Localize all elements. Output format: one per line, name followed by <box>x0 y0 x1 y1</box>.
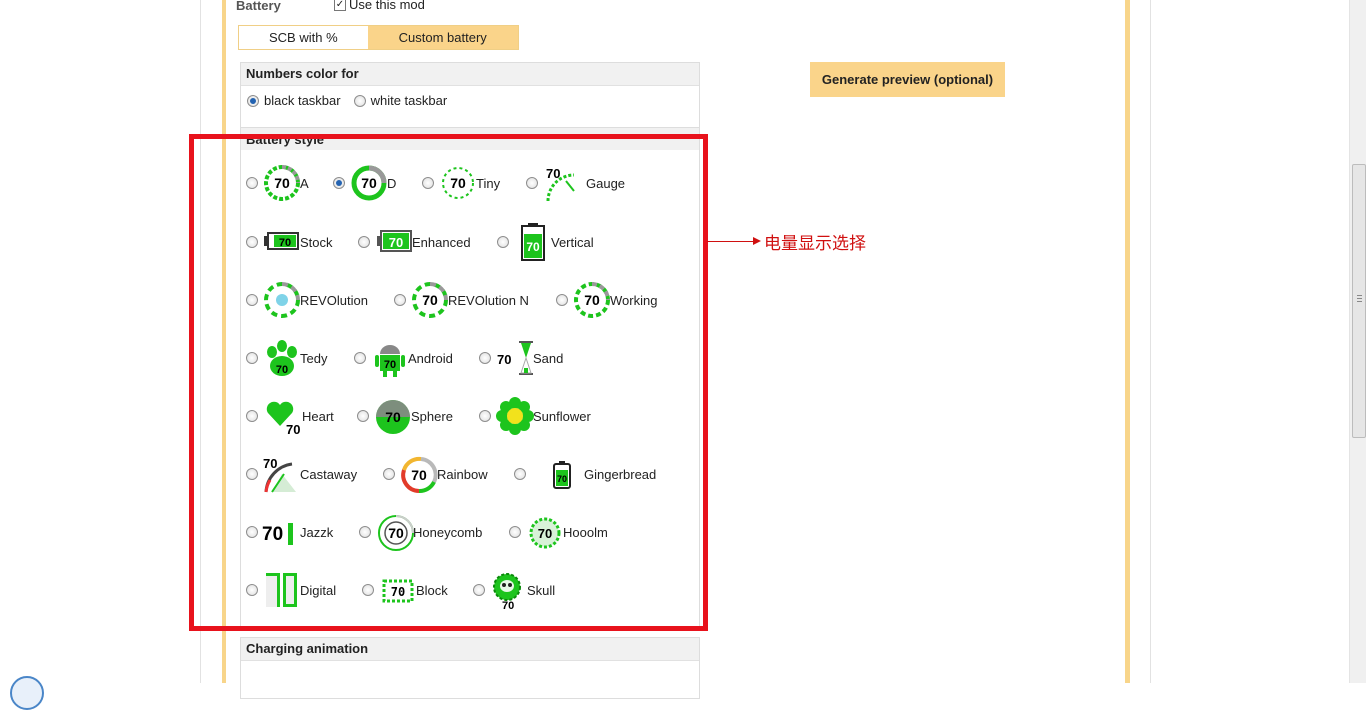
scroll-grip-icon <box>1357 301 1362 302</box>
radio-black-taskbar[interactable] <box>247 94 259 107</box>
numbers-color-options: black taskbar white taskbar <box>247 93 460 108</box>
annotation-arrow-line <box>707 241 755 242</box>
right-accent-bar <box>1125 0 1130 683</box>
tab-scb[interactable]: SCB with % <box>239 26 368 49</box>
vertical-scrollbar[interactable] <box>1349 0 1366 683</box>
battery-style-highlight-box <box>189 134 708 631</box>
checkbox-checked-icon[interactable]: ✓ <box>334 0 346 11</box>
corner-circle-icon <box>10 676 44 710</box>
battery-mode-tabs: SCB with % Custom battery <box>238 25 519 50</box>
use-mod-label: Use this mod <box>349 0 425 12</box>
charging-animation-title: Charging animation <box>241 638 699 661</box>
page-right-rule <box>1150 0 1151 683</box>
numbers-color-title: Numbers color for <box>241 63 699 86</box>
tab-custom-battery[interactable]: Custom battery <box>367 26 518 49</box>
scrollbar-thumb[interactable] <box>1352 164 1366 438</box>
white-taskbar-label: white taskbar <box>370 93 448 108</box>
generate-preview-button[interactable]: Generate preview (optional) <box>810 62 1005 97</box>
charging-animation-panel: Charging animation <box>240 637 700 699</box>
scroll-grip-icon <box>1357 295 1362 296</box>
scroll-grip-icon <box>1357 298 1362 299</box>
battery-label: Battery <box>236 0 281 13</box>
use-mod-checkbox[interactable]: ✓ Use this mod <box>334 0 425 12</box>
numbers-color-panel: Numbers color for black taskbar white ta… <box>240 62 700 128</box>
radio-white-taskbar[interactable] <box>353 94 366 107</box>
black-taskbar-label: black taskbar <box>264 93 341 108</box>
annotation-text: 电量显示选择 <box>764 234 866 253</box>
annotation-arrow-icon <box>753 237 761 245</box>
